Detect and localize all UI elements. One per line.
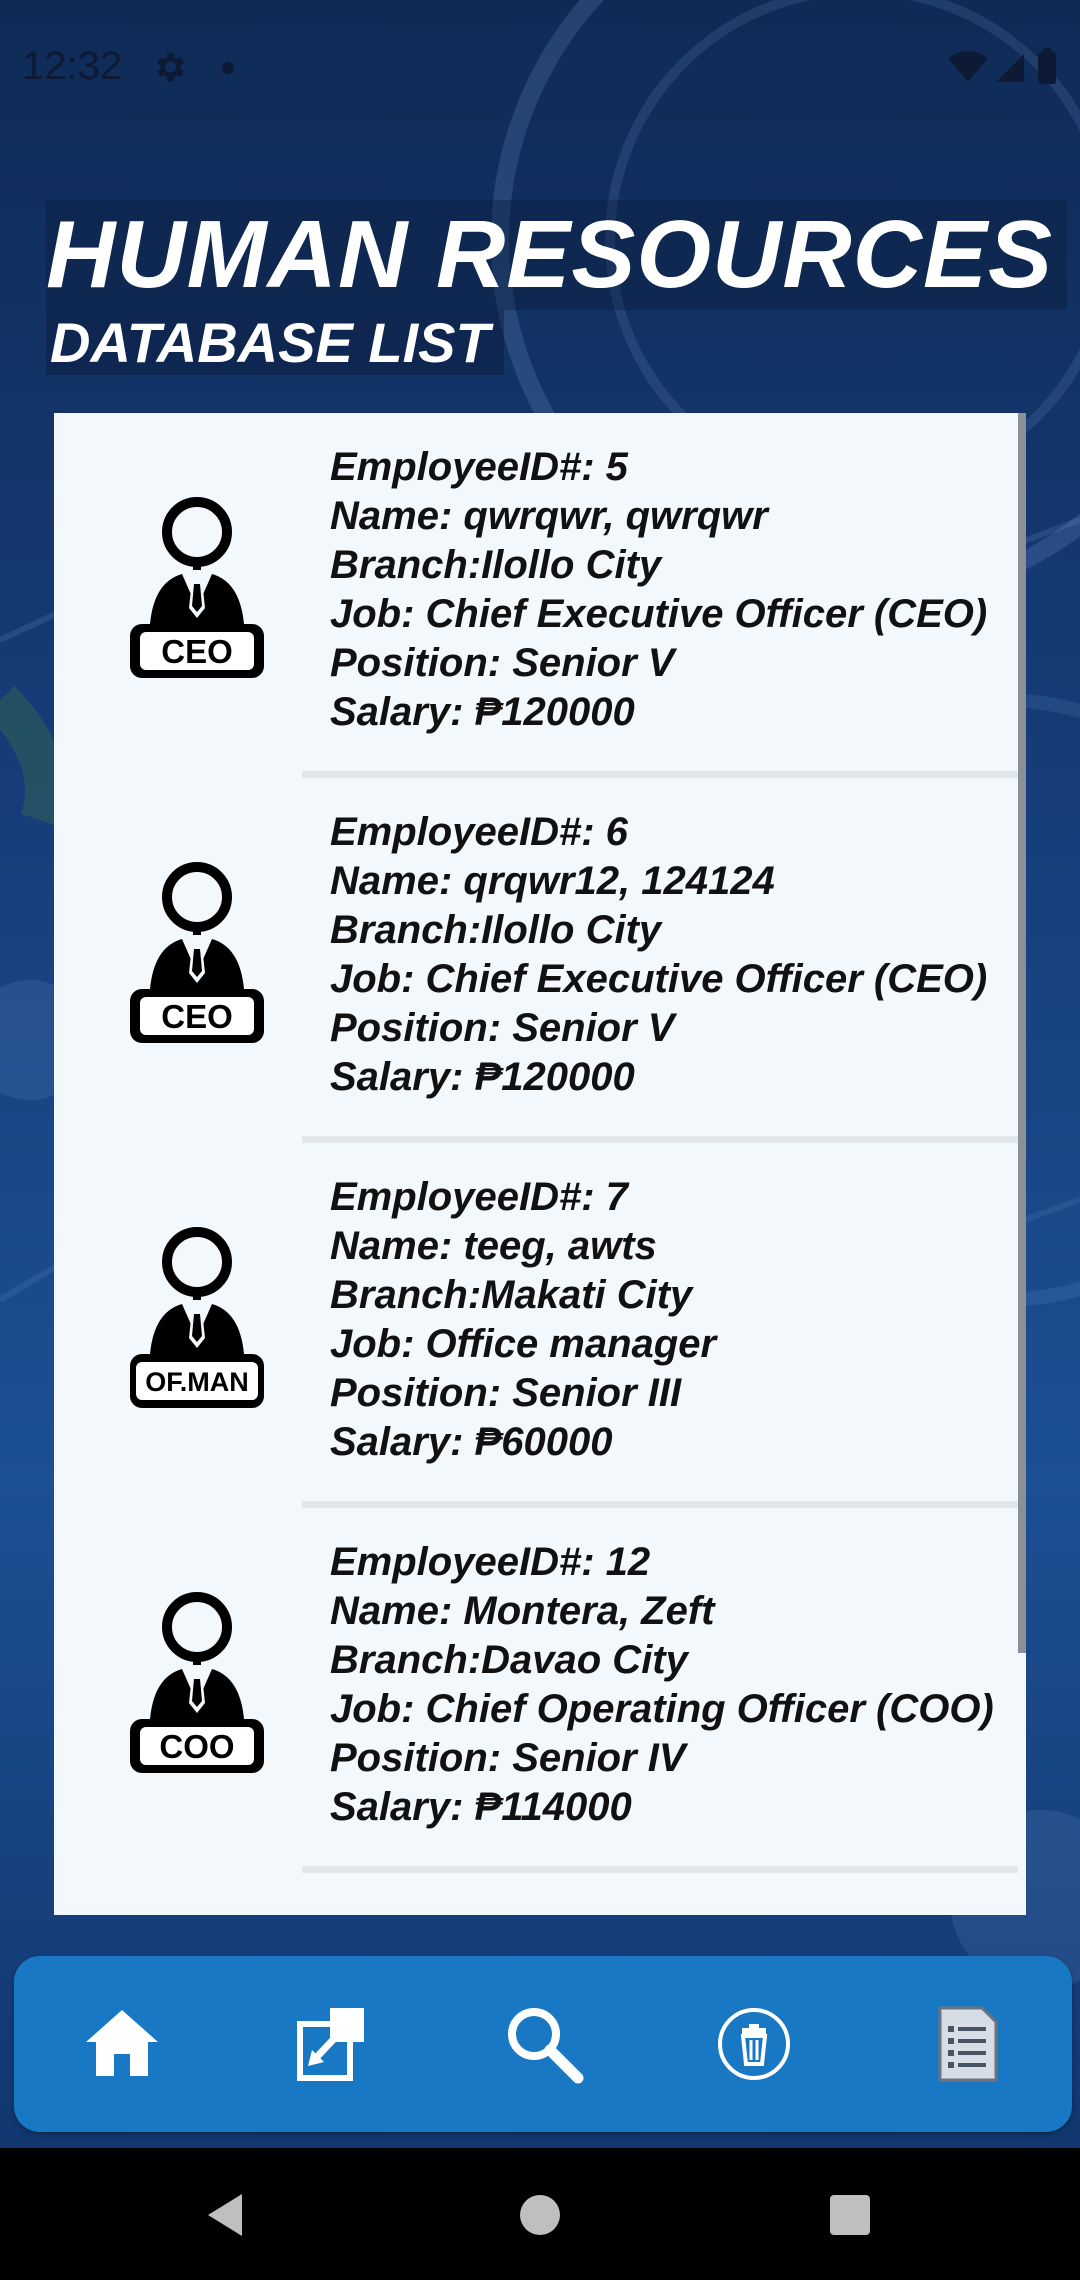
executive-avatar-icon: COO [130,1592,264,1773]
employee-branch: Branch:Ilollo City [330,543,662,587]
manager-avatar-icon: OF.MAN [130,1227,264,1408]
row-divider [302,1866,1018,1873]
row-divider [302,1136,1018,1143]
executive-avatar-icon: CEO [130,862,264,1043]
status-bar: 12:32 [0,0,1080,136]
page-subtitle: DATABASE LIST [46,310,504,375]
employee-name: Name: qrqwr12, 124124 [330,859,775,903]
back-icon[interactable] [200,2190,250,2240]
employee-list[interactable]: CEO EmployeeID#: 5 Name: qwrqwr, qwrqwr … [54,413,1026,1915]
employee-name: Name: qwrqwr, qwrqwr [330,494,768,538]
employee-row[interactable]: COO EmployeeID#: 12 Name: Montera, Zeft … [54,1508,1018,1873]
row-divider [302,771,1018,778]
employee-row[interactable]: CEO EmployeeID#: 6 Name: qrqwr12, 124124… [54,778,1018,1143]
home-icon[interactable] [82,2004,162,2084]
search-icon[interactable] [504,2004,584,2084]
employee-job: Job: Chief Operating Officer (COO) [330,1687,994,1731]
employee-job: Job: Chief Executive Officer (CEO) [330,957,988,1001]
list-icon[interactable] [926,2004,1006,2084]
notification-dot-icon [222,62,234,74]
employee-position: Position: Senior V [330,641,675,685]
employee-details: EmployeeID#: 5 Name: qwrqwr, qwrqwr Bran… [330,443,987,737]
employee-branch: Branch:Davao City [330,1638,688,1682]
employee-name: Name: teeg, awts [330,1224,657,1268]
employee-row[interactable]: OF.MAN EmployeeID#: 7 Name: teeg, awts B… [54,1143,1018,1508]
employee-salary: Salary: ₱120000 [330,690,635,734]
employee-position: Position: Senior III [330,1371,682,1415]
employee-position: Position: Senior IV [330,1736,686,1780]
employee-id: EmployeeID#: 7 [330,1175,628,1219]
employee-details: EmployeeID#: 12 Name: Montera, Zeft Bran… [330,1538,994,1832]
status-time: 12:32 [22,44,123,88]
employee-id: EmployeeID#: 12 [330,1540,651,1584]
bottom-nav-bar [14,1956,1072,2132]
employee-id: EmployeeID#: 6 [330,810,628,854]
signal-battery-icon [948,48,1056,84]
employee-id: EmployeeID#: 5 [330,445,628,489]
system-navigation-bar [0,2148,1080,2280]
employee-job: Job: Chief Executive Officer (CEO) [330,592,988,636]
employee-details: EmployeeID#: 7 Name: teeg, awts Branch:M… [330,1173,716,1467]
row-divider [302,1501,1018,1508]
employee-job: Job: Office manager [330,1322,717,1366]
employee-salary: Salary: ₱114000 [330,1785,632,1829]
list-scrollbar[interactable] [1018,413,1026,1653]
employee-salary: Salary: ₱120000 [330,1055,635,1099]
employee-name: Name: Montera, Zeft [330,1589,715,1633]
badge-label: CEO [161,998,233,1035]
page-title: HUMAN RESOURCES [46,200,1068,310]
executive-avatar-icon: CEO [130,497,264,678]
badge-label: COO [159,1728,234,1765]
delete-icon[interactable] [714,2004,794,2084]
employee-branch: Branch:Ilollo City [330,908,662,952]
employee-row[interactable]: CEO EmployeeID#: 5 Name: qwrqwr, qwrqwr … [54,413,1018,778]
badge-label: OF.MAN [145,1367,249,1397]
employee-position: Position: Senior V [330,1006,675,1050]
badge-label: CEO [161,633,233,670]
home-circle-icon[interactable] [518,2193,562,2237]
edit-icon[interactable] [294,2004,374,2084]
employee-branch: Branch:Makati City [330,1273,693,1317]
settings-icon [157,52,185,82]
employee-salary: Salary: ₱60000 [330,1420,613,1464]
recents-icon[interactable] [828,2193,872,2237]
employee-details: EmployeeID#: 6 Name: qrqwr12, 124124 Bra… [330,808,987,1102]
